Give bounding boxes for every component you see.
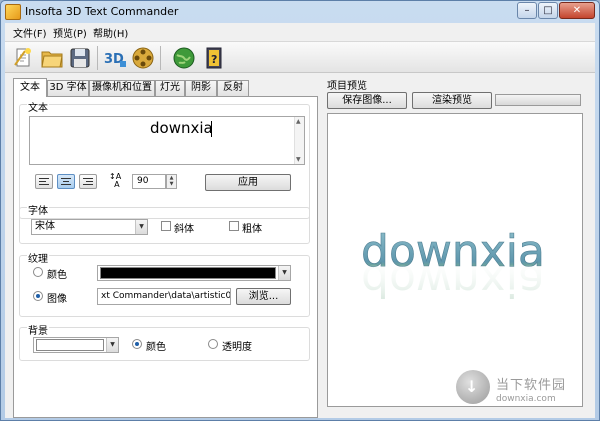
- align-center-icon[interactable]: [57, 174, 75, 189]
- toolbar-separator: [97, 46, 98, 70]
- tab-light[interactable]: 灯光: [155, 80, 185, 96]
- preview-title: 项目预览: [327, 81, 367, 92]
- preview-render: downxia downxia: [361, 226, 546, 306]
- tab-camera[interactable]: 摄像机和位置: [89, 80, 155, 96]
- web-globe-icon[interactable]: [171, 45, 197, 71]
- text-size-input[interactable]: 90: [132, 174, 166, 189]
- menu-preview[interactable]: 预览(P): [53, 25, 87, 40]
- background-group-label: 背景: [27, 322, 49, 337]
- texture-image-path[interactable]: xt Commander\data\artistic07.jpg: [97, 288, 231, 305]
- chevron-down-icon: ▼: [106, 338, 118, 352]
- minimize-icon[interactable]: –: [517, 2, 537, 19]
- app-icon: [5, 4, 21, 20]
- client-area: 文件(F) 预览(P) 帮助(H) 3D ? 文本 3D 字体 摄像机和位置 灯…: [5, 23, 595, 418]
- tab-3d-font[interactable]: 3D 字体: [47, 80, 89, 96]
- align-left-icon[interactable]: [35, 174, 53, 189]
- chevron-down-icon: ▼: [278, 266, 290, 280]
- texture-color-label: 颜色: [47, 270, 67, 281]
- text-group-label: 文本: [27, 99, 49, 114]
- texture-color-swatch: [100, 267, 276, 279]
- tab-reflection[interactable]: 反射: [217, 80, 249, 96]
- bold-label: 粗体: [242, 224, 262, 235]
- texture-color-radio[interactable]: [33, 267, 43, 277]
- maximize-icon[interactable]: □: [538, 2, 558, 19]
- text-size-spinner[interactable]: ▲ ▼: [166, 174, 177, 189]
- toolbar-separator: [160, 46, 161, 70]
- window-title: Insofta 3D Text Commander: [25, 5, 179, 18]
- font-group-label: 字体: [27, 202, 49, 217]
- render-preview-button[interactable]: 渲染预览: [412, 92, 492, 109]
- save-image-button[interactable]: 保存图像...: [327, 92, 407, 109]
- italic-label: 斜体: [174, 224, 194, 235]
- render-progress-bar: [495, 94, 581, 106]
- texture-color-picker[interactable]: ▼: [97, 265, 291, 281]
- font-select[interactable]: 宋体 ▼: [31, 219, 148, 235]
- menu-help[interactable]: 帮助(H): [93, 25, 128, 40]
- background-transparency-label: 透明度: [222, 342, 252, 353]
- background-color-radio[interactable]: [132, 339, 142, 349]
- app-window: Insofta 3D Text Commander – □ ✕ 文件(F) 预览…: [0, 0, 600, 421]
- svg-text:?: ?: [211, 53, 217, 66]
- watermark: ↓ 当下软件园 downxia.com: [456, 370, 596, 414]
- watermark-url: downxia.com: [496, 394, 556, 404]
- apply-button[interactable]: 应用: [205, 174, 291, 191]
- save-disk-icon[interactable]: [67, 45, 93, 71]
- browse-button[interactable]: 浏览...: [236, 288, 291, 305]
- texture-image-radio[interactable]: [33, 291, 43, 301]
- film-reel-icon[interactable]: [130, 45, 156, 71]
- italic-checkbox[interactable]: [161, 221, 171, 231]
- tab-shadow[interactable]: 阴影: [185, 80, 217, 96]
- watermark-name: 当下软件园: [496, 378, 567, 393]
- open-folder-icon[interactable]: [39, 45, 65, 71]
- toolbar: 3D ?: [5, 41, 595, 73]
- font-select-value: 宋体: [35, 221, 55, 232]
- help-book-icon[interactable]: ?: [201, 45, 227, 71]
- text-caret: [211, 121, 212, 137]
- text-size-icon: ↕A A: [109, 172, 122, 189]
- chevron-down-icon: ▼: [135, 220, 147, 234]
- align-right-icon[interactable]: [79, 174, 97, 189]
- title-bar: Insofta 3D Text Commander – □ ✕: [1, 1, 599, 23]
- menu-file[interactable]: 文件(F): [13, 25, 47, 40]
- background-transparency-radio[interactable]: [208, 339, 218, 349]
- new-text-icon[interactable]: [11, 45, 37, 71]
- tab-text[interactable]: 文本: [13, 78, 47, 97]
- menu-bar: 文件(F) 预览(P) 帮助(H): [5, 23, 595, 40]
- texture-group-label: 纹理: [27, 250, 49, 265]
- preview-render-reflection: downxia: [361, 255, 545, 306]
- bold-checkbox[interactable]: [229, 221, 239, 231]
- preview-canvas: downxia downxia: [327, 113, 583, 407]
- text-scrollbar[interactable]: ▲ ▼: [294, 117, 304, 164]
- background-color-label: 颜色: [146, 342, 166, 353]
- watermark-logo: ↓: [456, 370, 490, 404]
- text-input[interactable]: downxia ▲ ▼: [29, 116, 305, 165]
- background-color-swatch: [36, 339, 104, 351]
- text-input-value: downxia: [150, 119, 213, 137]
- texture-image-label: 图像: [47, 294, 67, 305]
- close-icon[interactable]: ✕: [559, 2, 595, 19]
- 3d-render-icon[interactable]: 3D: [102, 45, 128, 71]
- background-color-picker[interactable]: ▼: [33, 337, 119, 353]
